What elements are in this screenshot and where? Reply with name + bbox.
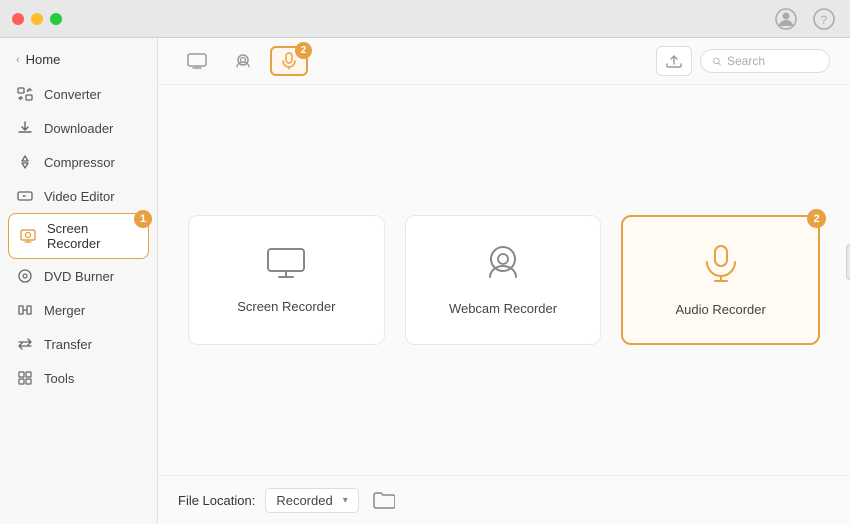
sidebar-item-transfer[interactable]: Transfer	[0, 327, 157, 361]
dvd-burner-icon	[16, 267, 34, 285]
screen-recorder-label: Screen Recorder	[237, 299, 335, 314]
sidebar-item-label: Tools	[44, 371, 74, 386]
sidebar: ‹ Home Converter Downloader	[0, 38, 158, 524]
folder-icon	[373, 491, 395, 509]
sidebar-item-label: DVD Burner	[44, 269, 114, 284]
tab-audio[interactable]: 2	[270, 46, 308, 76]
sidebar-item-label: Screen Recorder	[47, 221, 138, 251]
webcam-recorder-card[interactable]: Webcam Recorder	[405, 215, 602, 345]
search-input[interactable]	[727, 54, 817, 68]
compressor-icon	[16, 153, 34, 171]
svg-text:?: ?	[821, 13, 828, 27]
audio-recorder-label: Audio Recorder	[676, 302, 766, 317]
webcam-recorder-card-icon	[483, 245, 523, 289]
video-editor-icon	[16, 187, 34, 205]
screen-recorder-icon	[19, 227, 37, 245]
sidebar-item-downloader[interactable]: Downloader	[0, 111, 157, 145]
home-label: Home	[26, 52, 61, 67]
screen-recorder-card-icon	[266, 247, 306, 287]
app-body: ‹ Home Converter Downloader	[0, 38, 850, 524]
audio-tab-badge: 2	[295, 42, 312, 59]
sidebar-item-label: Merger	[44, 303, 85, 318]
title-bar: ?	[0, 0, 850, 38]
open-folder-button[interactable]	[369, 486, 399, 514]
audio-recorder-card[interactable]: 2 Audio Recorder	[621, 215, 820, 345]
sidebar-item-label: Video Editor	[44, 189, 115, 204]
merger-icon	[16, 301, 34, 319]
audio-recorder-card-icon	[703, 244, 739, 290]
sidebar-item-video-editor[interactable]: Video Editor	[0, 179, 157, 213]
webcam-recorder-label: Webcam Recorder	[449, 301, 557, 316]
sidebar-item-tools[interactable]: Tools	[0, 361, 157, 395]
content-area: 2	[158, 38, 850, 524]
maximize-button[interactable]	[50, 13, 62, 25]
sidebar-item-label: Downloader	[44, 121, 113, 136]
search-icon	[713, 55, 721, 68]
back-chevron-icon: ‹	[16, 54, 20, 66]
sidebar-item-label: Converter	[44, 87, 101, 102]
collapse-sidebar-button[interactable]: ‹	[846, 244, 850, 280]
downloader-icon	[16, 119, 34, 137]
sidebar-item-label: Transfer	[44, 337, 92, 352]
home-item[interactable]: ‹ Home	[0, 46, 157, 77]
dropdown-arrow-icon: ▾	[343, 495, 348, 506]
toolbar: 2	[158, 38, 850, 85]
sidebar-item-screen-recorder[interactable]: Screen Recorder 1	[8, 213, 149, 259]
file-location-select[interactable]: Recorded ▾	[265, 488, 358, 513]
tab-screen[interactable]	[178, 46, 216, 76]
traffic-lights	[12, 13, 62, 25]
file-location-value: Recorded	[276, 493, 332, 508]
audio-recorder-badge: 2	[807, 209, 826, 228]
tools-icon	[16, 369, 34, 387]
sidebar-item-dvd-burner[interactable]: DVD Burner	[0, 259, 157, 293]
help-icon[interactable]: ?	[810, 5, 838, 33]
close-button[interactable]	[12, 13, 24, 25]
converter-icon	[16, 85, 34, 103]
title-bar-right: ?	[772, 5, 838, 33]
search-box[interactable]	[700, 49, 830, 73]
sidebar-item-converter[interactable]: Converter	[0, 77, 157, 111]
user-icon[interactable]	[772, 5, 800, 33]
screen-recorder-card[interactable]: Screen Recorder	[188, 215, 385, 345]
file-location-label: File Location:	[178, 493, 255, 508]
bottom-bar: File Location: Recorded ▾	[158, 475, 850, 524]
sidebar-item-compressor[interactable]: Compressor	[0, 145, 157, 179]
screen-recorder-badge: 1	[134, 210, 152, 228]
sidebar-item-merger[interactable]: Merger	[0, 293, 157, 327]
sidebar-item-label: Compressor	[44, 155, 115, 170]
tab-webcam[interactable]	[224, 46, 262, 76]
transfer-icon	[16, 335, 34, 353]
cards-area: Screen Recorder Webcam Recorder 2	[158, 85, 850, 475]
minimize-button[interactable]	[31, 13, 43, 25]
upload-button[interactable]	[656, 46, 692, 76]
